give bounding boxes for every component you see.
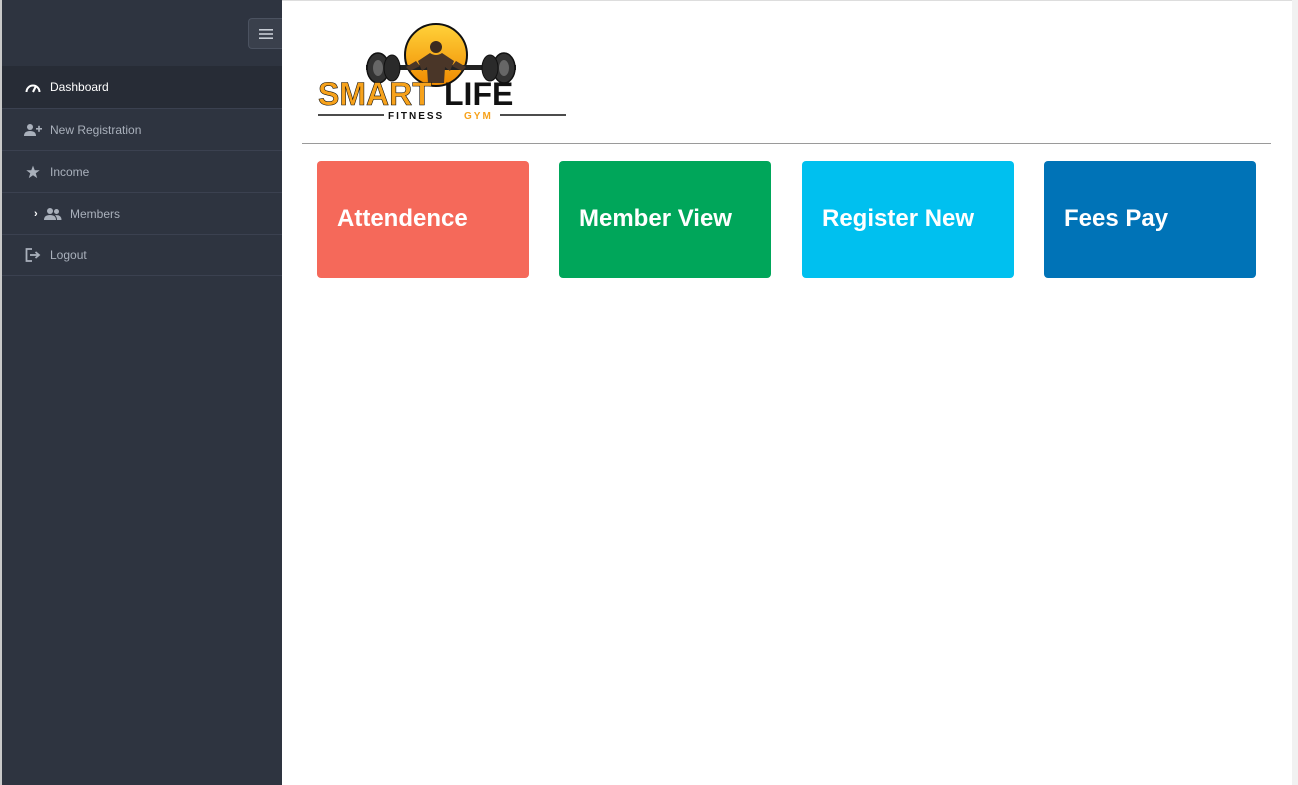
attendance-tile[interactable]: Attendence xyxy=(317,161,529,278)
sidebar-item-label: Logout xyxy=(50,248,87,262)
users-icon xyxy=(44,207,62,221)
logo-tagline-gym: GYM xyxy=(464,111,493,121)
logo-text-smart: SMART xyxy=(318,76,432,112)
sidebar-item-label: Dashboard xyxy=(50,80,109,94)
sidebar-menu: Dashboard New Registration Income › Memb… xyxy=(2,66,282,276)
sidebar-item-new-registration[interactable]: New Registration xyxy=(2,108,282,150)
tile-label: Register New xyxy=(822,205,975,232)
user-plus-icon xyxy=(24,123,42,137)
sidebar: Dashboard New Registration Income › Memb… xyxy=(0,0,282,785)
fees-pay-tile[interactable]: Fees Pay xyxy=(1044,161,1256,278)
header-divider xyxy=(302,143,1271,144)
tile-label: Attendence xyxy=(337,205,468,232)
hamburger-icon xyxy=(258,28,273,39)
sidebar-header xyxy=(2,0,282,66)
smart-life-logo: SMART LIFE FITNESS GYM xyxy=(318,23,566,121)
member-view-tile[interactable]: Member View xyxy=(559,161,771,278)
chevron-right-icon: › xyxy=(34,207,38,220)
sidebar-item-label: New Registration xyxy=(50,122,142,137)
logo-tagline-fitness: FITNESS xyxy=(388,111,444,121)
tile-label: Member View xyxy=(579,205,732,232)
sidebar-item-logout[interactable]: Logout xyxy=(2,234,282,276)
app-root: Dashboard New Registration Income › Memb… xyxy=(0,0,1298,785)
sidebar-item-label: Income xyxy=(50,164,90,179)
sidebar-item-members[interactable]: › Members xyxy=(2,192,282,234)
sidebar-item-dashboard[interactable]: Dashboard xyxy=(2,66,282,108)
sign-out-icon xyxy=(24,248,42,262)
logo-text-life: LIFE xyxy=(444,76,513,112)
tile-label: Fees Pay xyxy=(1064,205,1169,232)
dashboard-icon xyxy=(24,80,42,94)
star-icon xyxy=(24,165,42,179)
sidebar-item-label: Members xyxy=(70,206,121,221)
sidebar-toggle-button[interactable] xyxy=(248,18,282,49)
page-edge xyxy=(1292,0,1298,785)
main-content: SMART LIFE FITNESS GYM Attendence Member… xyxy=(282,0,1292,785)
register-new-tile[interactable]: Register New xyxy=(802,161,1014,278)
sidebar-item-income[interactable]: Income xyxy=(2,150,282,192)
